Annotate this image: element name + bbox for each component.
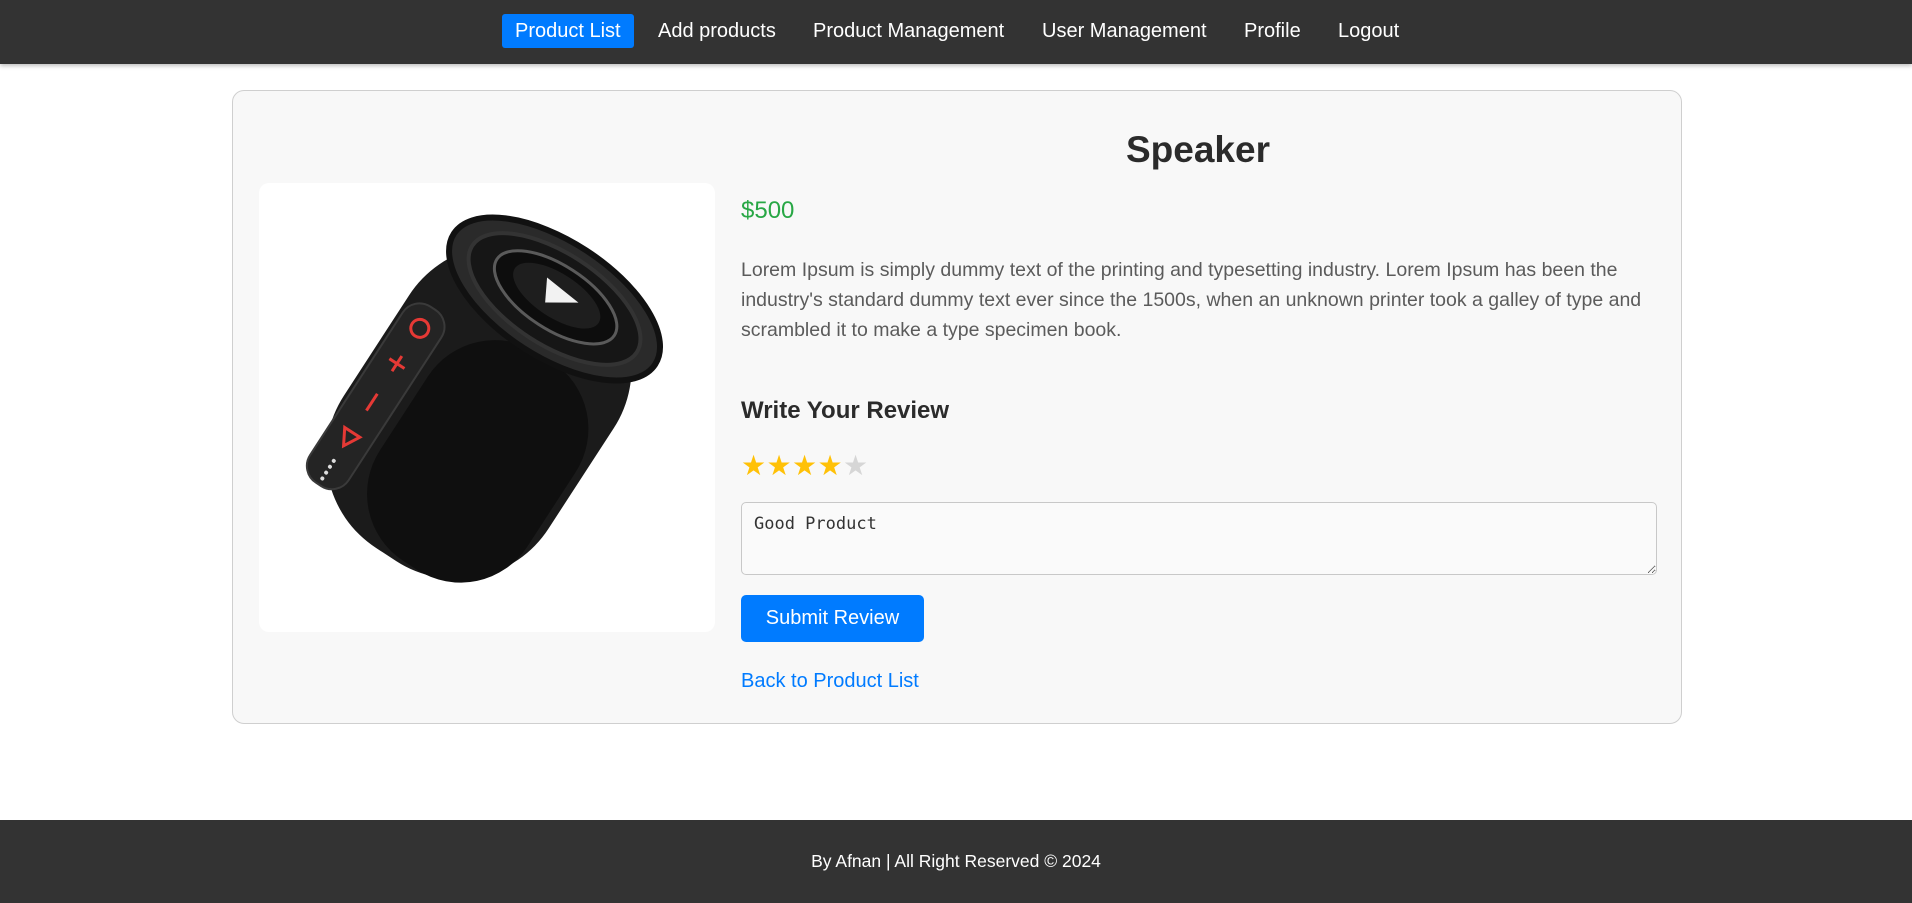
star-icon[interactable]: ★ (741, 449, 767, 483)
review-heading: Write Your Review (741, 397, 950, 424)
bluetooth-speaker-image (305, 214, 664, 583)
star-icon[interactable]: ★ (818, 449, 844, 483)
footer-text: By Afnan | All Right Reserved © 2024 (811, 851, 1101, 871)
nav-add-products[interactable]: Add products (658, 14, 776, 48)
product-price: $500 (741, 197, 795, 224)
review-textarea[interactable]: Good Product (741, 502, 1657, 575)
back-to-product-list-link[interactable]: Back to Product List (741, 670, 919, 693)
submit-review-button[interactable]: Submit Review (741, 595, 924, 642)
star-icon[interactable]: ★ (767, 449, 793, 483)
star-rating: ★ ★ ★ ★ ★ (741, 449, 869, 483)
nav-product-list[interactable]: Product List (502, 14, 634, 48)
nav-user-management[interactable]: User Management (1042, 14, 1207, 48)
nav-product-management[interactable]: Product Management (813, 14, 1004, 48)
star-icon[interactable]: ★ (792, 449, 818, 483)
product-detail-card: Speaker $500 Lorem Ipsum is simply dummy… (232, 90, 1682, 724)
nav-profile[interactable]: Profile (1244, 14, 1301, 48)
star-icon[interactable]: ★ (843, 449, 869, 483)
footer: By Afnan | All Right Reserved © 2024 (0, 820, 1912, 903)
product-image (259, 183, 715, 632)
product-description: Lorem Ipsum is simply dummy text of the … (741, 259, 1642, 341)
nav-logout[interactable]: Logout (1338, 14, 1399, 48)
product-title: Speaker (1126, 129, 1270, 170)
top-navbar: Product List Add products Product Manage… (0, 0, 1912, 64)
